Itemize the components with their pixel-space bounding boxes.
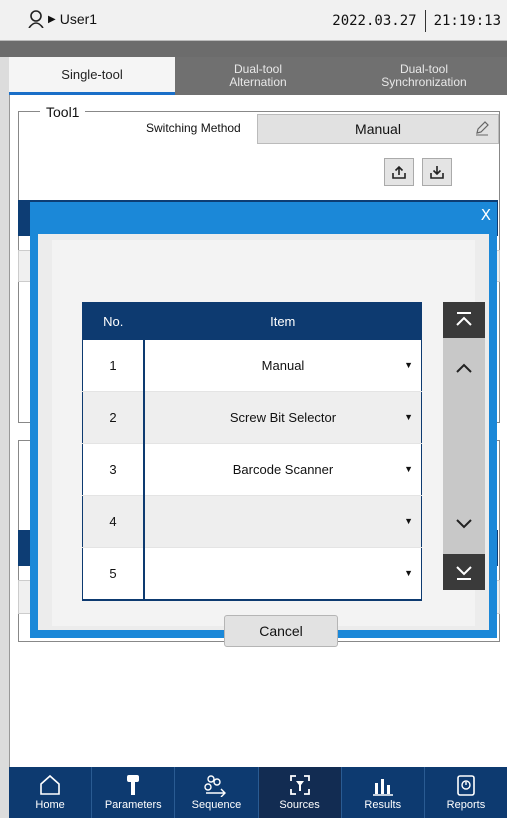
nav-label: Results: [364, 799, 402, 811]
tool-legend: Tool1: [40, 104, 86, 120]
wrench-icon: [127, 775, 140, 795]
nav-home[interactable]: Home: [9, 767, 93, 818]
item-select[interactable]: ▼: [144, 547, 422, 601]
tab-label: Dual-tool Alternation: [229, 62, 287, 89]
tab-dual-tool-synchronization[interactable]: Dual-tool Synchronization: [341, 57, 507, 95]
row-number: 4: [82, 495, 145, 548]
item-select[interactable]: Screw Bit Selector ▼: [144, 391, 422, 444]
table-row: 3 Barcode Scanner ▼: [82, 443, 422, 496]
nav-reports[interactable]: Reports: [425, 767, 507, 818]
item-value: Manual: [261, 358, 305, 373]
divider: [424, 10, 426, 32]
download-icon: [430, 166, 444, 179]
dropdown-caret-icon: ▼: [404, 360, 413, 370]
play-arrow-icon: ▶: [48, 13, 56, 25]
export-button[interactable]: [384, 158, 414, 186]
dropdown-caret-icon: ▼: [404, 568, 413, 578]
nav-sequence[interactable]: Sequence: [175, 767, 259, 818]
cancel-button[interactable]: Cancel: [224, 615, 338, 647]
table-row: 4 ▼: [82, 495, 422, 548]
tool-mode-tabs: Single-tool Dual-tool Alternation Dual-t…: [9, 57, 507, 95]
dropdown-caret-icon: ▼: [404, 516, 413, 526]
items-table: No. Item 1 Manual ▼ 2 Screw Bit Selector ▼…: [82, 302, 422, 601]
chevron-down-icon: [456, 519, 472, 529]
user-icon: [28, 10, 44, 28]
switching-method-value: Manual: [355, 121, 401, 137]
datetime: 2022.03.27 21:19:13: [332, 10, 501, 32]
dropdown-caret-icon: ▼: [404, 412, 413, 422]
nav-sources[interactable]: Sources: [258, 767, 342, 818]
item-select[interactable]: Manual ▼: [144, 339, 422, 392]
reports-icon: [457, 775, 475, 796]
item-select[interactable]: Barcode Scanner ▼: [144, 443, 422, 496]
scroll-top-button[interactable]: [443, 302, 485, 338]
scroll-bottom-button[interactable]: [443, 554, 485, 590]
scroll-up-button[interactable]: [443, 350, 485, 386]
row-number: 3: [82, 443, 145, 496]
dialog-card: No. Item 1 Manual ▼ 2 Screw Bit Selector ▼…: [52, 240, 485, 647]
home-icon: [40, 774, 60, 795]
nav-label: Home: [35, 799, 65, 811]
item-value: Barcode Scanner: [232, 462, 334, 477]
user-indicator[interactable]: ▶ User1: [28, 10, 97, 28]
user-name: User1: [59, 11, 98, 27]
nav-label: Reports: [446, 799, 486, 811]
sequence-icon: [204, 775, 227, 797]
column-header-no: No.: [82, 302, 145, 340]
date-text: 2022.03.27: [332, 13, 417, 29]
nav-label: Sources: [279, 799, 320, 811]
scrollbar[interactable]: [443, 302, 485, 590]
nav-label: Parameters: [104, 799, 162, 811]
results-icon: [372, 779, 393, 796]
tab-single-tool[interactable]: Single-tool: [9, 57, 175, 95]
table-row: 2 Screw Bit Selector ▼: [82, 391, 422, 444]
sources-icon: [289, 775, 310, 795]
edit-icon[interactable]: [474, 120, 490, 136]
import-button[interactable]: [422, 158, 452, 186]
item-value: Screw Bit Selector: [229, 410, 337, 425]
dialog-body: No. Item 1 Manual ▼ 2 Screw Bit Selector ▼…: [38, 234, 489, 647]
scroll-top-icon: [456, 312, 472, 326]
scroll-down-button[interactable]: [443, 506, 485, 542]
nav-parameters[interactable]: Parameters: [92, 767, 176, 818]
table-row: 1 Manual ▼: [82, 339, 422, 392]
table-header-row: No. Item: [82, 302, 422, 340]
switching-method-label: Switching Method: [146, 121, 241, 135]
column-header-item: Item: [143, 302, 422, 340]
tab-label: Dual-tool Synchronization: [381, 62, 467, 89]
upload-icon: [392, 165, 406, 179]
time-text: 21:19:13: [433, 13, 501, 29]
nav-results[interactable]: Results: [342, 767, 425, 818]
close-button[interactable]: X: [481, 206, 491, 224]
status-bar: ▶ User1 2022.03.27 21:19:13: [0, 0, 507, 41]
scroll-bottom-icon: [456, 566, 472, 580]
row-number: 1: [82, 339, 145, 392]
switching-method-field[interactable]: Manual: [257, 114, 499, 144]
dropdown-caret-icon: ▼: [404, 464, 413, 474]
tab-label: Single-tool: [61, 67, 123, 82]
bottom-navigation: Home Parameters Sequence Sources Results…: [9, 767, 507, 818]
row-number: 5: [82, 547, 145, 601]
row-number: 2: [82, 391, 145, 444]
header-strip: [0, 41, 507, 57]
nav-label: Sequence: [191, 799, 242, 811]
item-select[interactable]: ▼: [144, 495, 422, 548]
chevron-up-icon: [456, 363, 472, 373]
table-row: 5 ▼: [82, 547, 422, 601]
tab-dual-tool-alternation[interactable]: Dual-tool Alternation: [175, 57, 341, 95]
selection-dialog: X No. Item 1 Manual ▼ 2 Screw Bit Select…: [30, 202, 497, 647]
